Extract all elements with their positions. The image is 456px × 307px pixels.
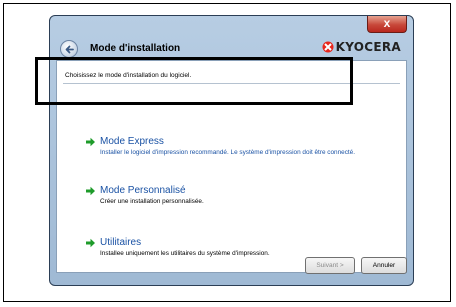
green-arrow-icon [86,186,95,196]
green-arrow-icon [86,238,95,248]
back-arrow-icon [65,45,74,54]
kyocera-mark-icon [322,41,334,53]
option-title: Mode Express [100,136,164,147]
close-button[interactable]: x [367,16,407,33]
installer-window: x Mode d'installation KYOCERA Choisissez… [49,15,414,286]
selection-highlight [35,57,353,105]
window-title: Mode d'installation [90,43,181,54]
back-button[interactable] [60,40,78,58]
option-description: Créer une installation personnalisée. [100,198,204,205]
option-title: Mode Personnalisé [100,185,186,196]
brand-text: KYOCERA [335,40,401,54]
title-bar: x Mode d'installation KYOCERA [50,16,413,60]
close-icon: x [383,16,391,30]
next-button[interactable]: Suivant > [305,257,355,274]
option-title: Utilitaires [100,237,142,248]
cancel-button[interactable]: Annuler [361,257,407,274]
kyocera-logo: KYOCERA [322,39,401,55]
green-arrow-icon [86,137,95,147]
option-description: Installer le logiciel d'impression recom… [100,149,355,156]
